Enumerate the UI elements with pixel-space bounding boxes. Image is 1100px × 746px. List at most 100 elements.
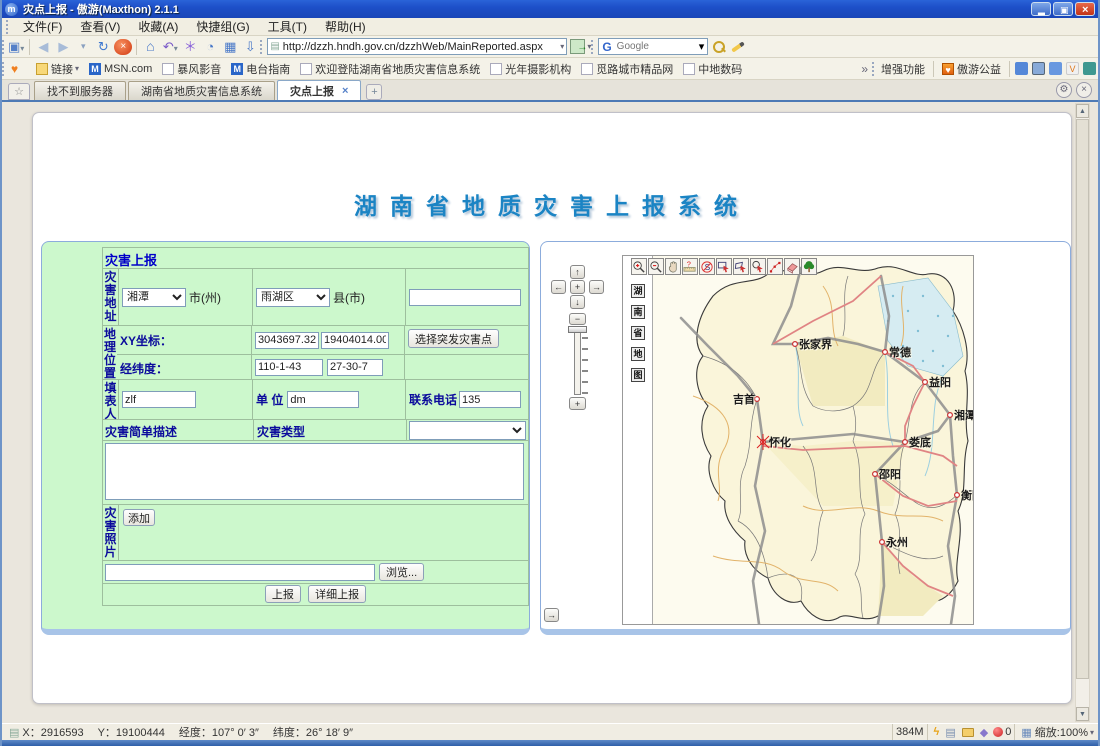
zoom-in-step-button[interactable]: + — [569, 397, 586, 410]
layer-box[interactable]: 图 — [631, 368, 645, 382]
history-button[interactable]: ◔ — [201, 38, 219, 56]
printer-icon[interactable]: ▤ — [945, 726, 955, 739]
bookmark-milu[interactable]: 觅路城市精品网 — [576, 60, 678, 78]
submit-report-button[interactable]: 上报 — [265, 585, 301, 603]
toolbar-grip[interactable] — [2, 40, 6, 54]
refresh-button[interactable]: ↻ — [94, 38, 112, 56]
draw-point-tool[interactable] — [767, 258, 783, 275]
resize-window-icon[interactable]: ▦ — [1021, 726, 1031, 739]
magic-fill-button[interactable]: ＊ — [181, 38, 199, 56]
restore-button[interactable]: ▣ — [1053, 2, 1073, 16]
scrollbar-thumb[interactable] — [1076, 119, 1089, 679]
y-coordinate-input[interactable] — [321, 332, 389, 349]
undo-button[interactable]: ↶▾ — [161, 38, 179, 56]
new-tab-button[interactable]: + — [366, 84, 382, 100]
zoom-slider-track[interactable] — [574, 327, 581, 395]
add-photo-button[interactable]: 添加 — [123, 509, 155, 526]
menubar-grip[interactable] — [6, 20, 10, 34]
longitude-input[interactable] — [255, 359, 323, 376]
searchbar-grip[interactable] — [591, 40, 595, 54]
zoom-out-tool[interactable] — [648, 258, 664, 275]
maxthon-v-icon[interactable]: V — [1066, 62, 1079, 75]
pan-down-button[interactable]: ↓ — [570, 295, 585, 309]
menu-view[interactable]: 查看(V) — [71, 17, 129, 36]
menu-help[interactable]: 帮助(H) — [316, 17, 375, 36]
zoom-out-step-button[interactable]: − — [569, 313, 586, 325]
new-page-button[interactable]: ▣▾ — [7, 38, 25, 56]
page-scrollbar[interactable]: ▲ ▼ — [1075, 103, 1090, 722]
notes-diamond-icon[interactable]: ◆ — [980, 726, 988, 739]
links-folder[interactable]: 链接▾ — [31, 60, 84, 78]
disaster-description-textarea[interactable] — [105, 443, 524, 500]
menu-tools[interactable]: 工具(T) — [259, 17, 316, 36]
charity-button[interactable]: ♥傲游公益 — [937, 60, 1006, 78]
map-canvas[interactable]: 湖 南 省 地 图 ? S — [622, 255, 974, 625]
window-icon[interactable] — [1032, 62, 1045, 75]
scroll-up-button[interactable]: ▲ — [1076, 104, 1089, 118]
rect-select-tool[interactable] — [716, 258, 732, 275]
pan-right-button[interactable]: → — [589, 280, 604, 294]
bookmark-radio[interactable]: M电台指南 — [226, 60, 295, 78]
favorites-heart-button[interactable]: ♥ — [6, 62, 31, 76]
bookmark-photo[interactable]: 光年摄影机构 — [485, 60, 576, 78]
link-window-button[interactable]: ▦ — [221, 38, 239, 56]
phone-input[interactable] — [459, 391, 521, 408]
photo-file-input[interactable] — [105, 564, 375, 581]
tab-hunan-geo-system[interactable]: 湖南省地质灾害信息系统 — [128, 81, 275, 100]
search-input[interactable] — [615, 40, 699, 53]
history-dropdown-button[interactable]: ▾ — [74, 38, 92, 56]
scroll-down-button[interactable]: ▼ — [1076, 707, 1089, 721]
blocked-popup-icon[interactable] — [993, 727, 1003, 737]
layer-box[interactable]: 南 — [631, 305, 645, 319]
back-button[interactable]: ◀ — [34, 38, 52, 56]
home-button[interactable]: ⌂ — [141, 38, 159, 56]
latitude-input[interactable] — [327, 359, 383, 376]
close-tab-button[interactable]: × — [1076, 82, 1092, 98]
zoom-dropdown-icon[interactable]: ▾ — [1090, 728, 1094, 737]
address-detail-input[interactable] — [409, 289, 521, 306]
pan-up-button[interactable]: ↑ — [570, 265, 585, 279]
plugin-icon[interactable] — [1083, 62, 1096, 75]
address-dropdown-icon[interactable]: ▾ — [560, 42, 564, 51]
layer-box[interactable]: 地 — [631, 347, 645, 361]
layer-box[interactable]: 省 — [631, 326, 645, 340]
bookmark-msn[interactable]: MMSN.com — [84, 62, 157, 76]
download-button[interactable]: ⇩ — [241, 38, 259, 56]
enhance-button[interactable]: 增强功能 — [876, 60, 930, 78]
addressbar-grip[interactable] — [260, 40, 264, 54]
menu-favorites[interactable]: 收藏(A) — [129, 17, 187, 36]
close-button[interactable]: × — [1075, 2, 1095, 16]
tools-wrench-button[interactable]: ⚙ — [1056, 82, 1072, 98]
disaster-type-select[interactable] — [409, 421, 526, 440]
county-select[interactable]: 雨湖区 — [256, 288, 330, 307]
zoom-in-tool[interactable] — [631, 258, 647, 275]
search-button-icon[interactable] — [711, 39, 727, 55]
minimize-button[interactable]: ▂ — [1031, 2, 1051, 16]
detailed-report-button[interactable]: 详细上报 — [308, 585, 366, 603]
address-input[interactable] — [283, 41, 561, 53]
menu-file[interactable]: 文件(F) — [14, 17, 71, 36]
polygon-select-tool[interactable] — [733, 258, 749, 275]
pan-left-button[interactable]: ← — [551, 280, 566, 294]
reporter-name-input[interactable] — [122, 391, 196, 408]
stop-button[interactable]: × — [114, 39, 132, 55]
tab-list-star-button[interactable]: ☆ — [8, 83, 30, 100]
pick-disaster-point-button[interactable]: 选择突发灾害点 — [408, 329, 499, 348]
full-extent-tool[interactable] — [801, 258, 817, 275]
go-button[interactable]: → — [570, 39, 585, 54]
bookmark-baofeng[interactable]: 暴风影音 — [157, 60, 226, 78]
boost-lightning-icon[interactable]: ϟ — [934, 726, 940, 738]
notes-icon[interactable] — [1049, 62, 1062, 75]
clear-s-tool[interactable]: S — [699, 258, 715, 275]
circle-select-tool[interactable] — [750, 258, 766, 275]
expand-panel-button[interactable]: → — [544, 608, 559, 622]
folder-icon[interactable] — [962, 728, 974, 737]
unit-input[interactable] — [287, 391, 359, 408]
eraser-tool[interactable] — [784, 258, 800, 275]
bookmark-zhongdi[interactable]: 中地数码 — [678, 60, 747, 78]
zoom-slider-thumb[interactable] — [568, 326, 587, 333]
tab-disaster-report[interactable]: 灾点上报× — [277, 80, 361, 100]
browse-button[interactable]: 浏览... — [379, 563, 424, 581]
menu-groups[interactable]: 快捷组(G) — [187, 17, 258, 36]
layer-box[interactable]: 湖 — [631, 284, 645, 298]
